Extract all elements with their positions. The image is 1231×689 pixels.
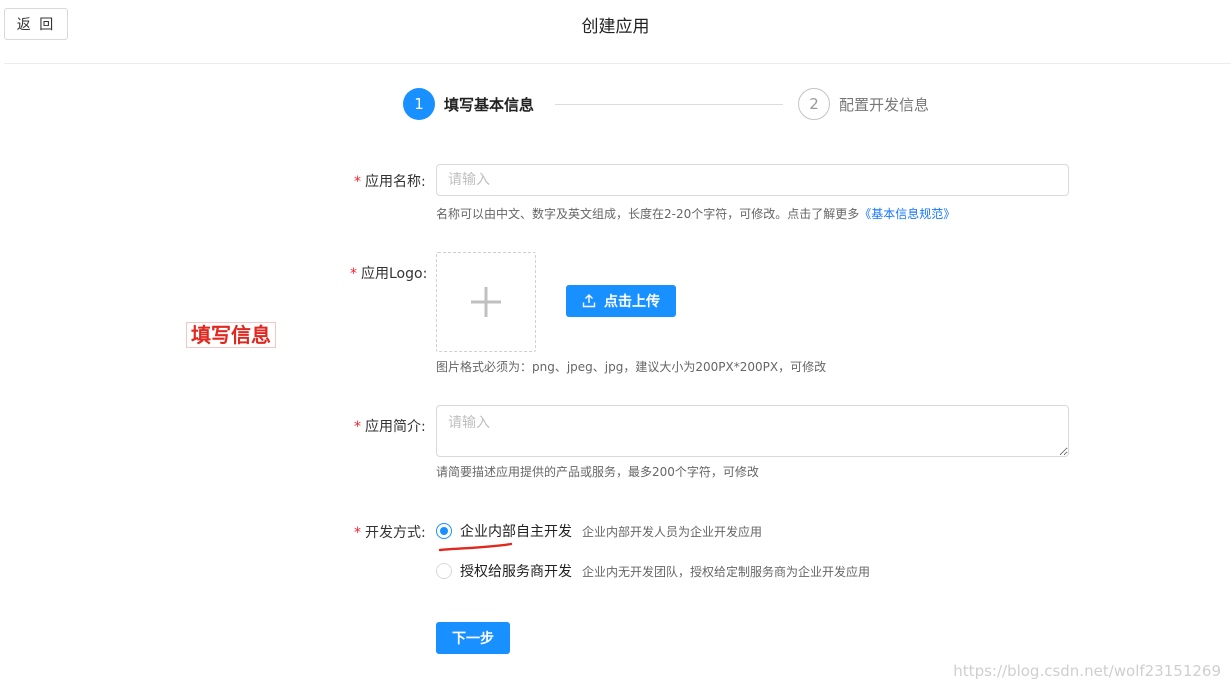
app-logo-help: 图片格式必须为：png、jpeg、jpg，建议大小为200PX*200PX，可修… <box>436 360 827 374</box>
upload-button[interactable]: 点击上传 <box>566 285 676 317</box>
app-intro-help: 请简要描述应用提供的产品或服务，最多200个字符，可修改 <box>436 465 759 479</box>
app-logo-label: * 应用Logo: <box>350 266 428 282</box>
step-1-indicator: 1 <box>403 88 435 120</box>
dev-mode-option-internal-desc: 企业内部开发人员为企业开发应用 <box>582 525 763 539</box>
required-mark: * <box>354 174 361 190</box>
dev-mode-option-internal-label[interactable]: 企业内部自主开发 <box>460 521 572 541</box>
required-mark: * <box>350 266 357 282</box>
annotation-label: 填写信息 <box>186 322 276 348</box>
upload-button-label: 点击上传 <box>604 294 660 310</box>
dev-mode-radio-internal[interactable] <box>436 523 452 539</box>
basic-info-spec-link[interactable]: 《基本信息规范》 <box>859 207 955 221</box>
app-intro-textarea[interactable] <box>436 405 1069 457</box>
dev-mode-option-vendor-desc: 企业内无开发团队，授权给定制服务商为企业开发应用 <box>582 565 871 579</box>
watermark: https://blog.csdn.net/wolf23151269 <box>953 662 1221 680</box>
required-mark: * <box>354 419 361 435</box>
annotation-underline <box>438 542 513 552</box>
app-name-help: 名称可以由中文、数字及英文组成，长度在2-20个字符，可修改。点击了解更多《基本… <box>436 207 956 221</box>
step-2-title: 配置开发信息 <box>839 96 930 114</box>
app-name-label: * 应用名称: <box>354 174 426 190</box>
step-connector <box>555 104 783 105</box>
next-step-button[interactable]: 下一步 <box>436 622 510 654</box>
logo-upload-area[interactable] <box>436 252 536 352</box>
dev-mode-label: * 开发方式: <box>354 525 426 541</box>
upload-icon <box>582 294 596 308</box>
required-mark: * <box>354 525 361 541</box>
header-divider <box>4 63 1231 64</box>
dev-mode-radio-vendor[interactable] <box>436 563 452 579</box>
app-name-input[interactable] <box>436 164 1069 196</box>
step-2-indicator: 2 <box>798 88 830 120</box>
plus-icon <box>471 287 501 317</box>
step-1-title: 填写基本信息 <box>444 96 535 114</box>
dev-mode-option-vendor-label[interactable]: 授权给服务商开发 <box>460 561 572 581</box>
app-intro-label: * 应用简介: <box>354 419 426 435</box>
page-title: 创建应用 <box>581 17 650 37</box>
